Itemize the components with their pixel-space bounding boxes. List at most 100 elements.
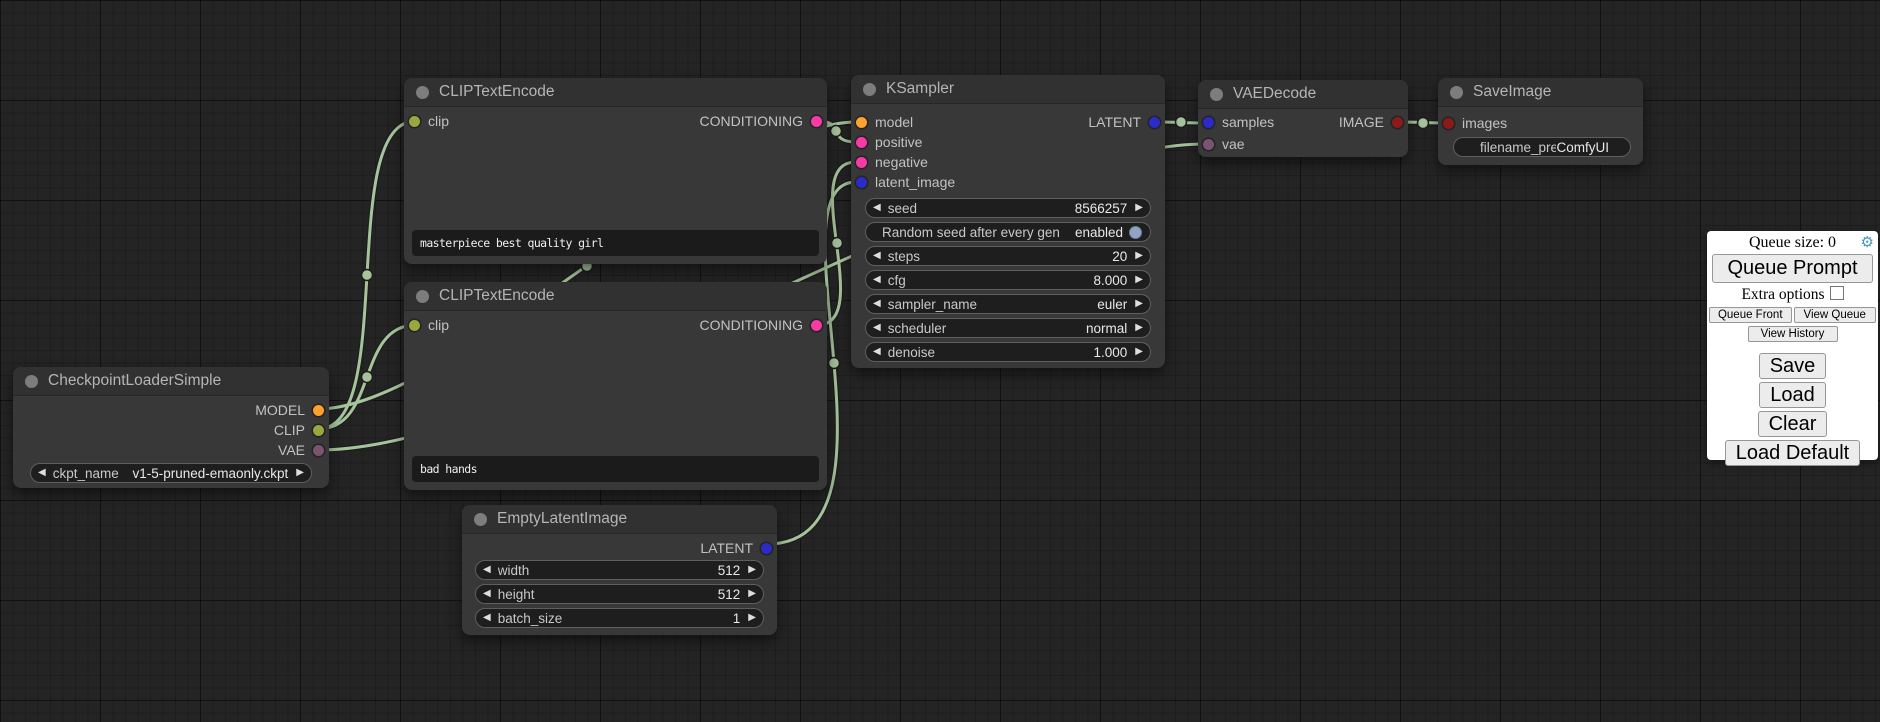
output-slot-latent: LATENT [1001, 112, 1165, 132]
arrow-left-icon[interactable]: ◀ [483, 565, 491, 575]
arrow-left-icon[interactable]: ◀ [873, 323, 881, 333]
widget-batch-size[interactable]: ◀ batch_size 1 ▶ [475, 608, 764, 628]
slot-label: negative [875, 154, 928, 170]
output-slot-model: MODEL [13, 400, 329, 420]
widget-label: Random seed after every gen [882, 225, 1060, 240]
collapse-dot-icon[interactable] [1450, 86, 1463, 99]
widget-label: ckpt_name [53, 466, 119, 481]
arrow-left-icon[interactable]: ◀ [483, 589, 491, 599]
widget-steps[interactable]: ◀ steps 20 ▶ [865, 246, 1151, 266]
queue-prompt-button[interactable]: Queue Prompt [1712, 254, 1873, 283]
node-empty-latent-image[interactable]: EmptyLatentImage LATENT ◀ width 512 ▶ ◀ … [462, 505, 777, 635]
slot-dot-vae-output[interactable] [313, 445, 324, 456]
extra-options-checkbox[interactable] [1830, 286, 1844, 300]
slot-label: model [875, 114, 913, 130]
slot-dot-latent-output[interactable] [1149, 117, 1160, 128]
arrow-right-icon[interactable]: ▶ [1135, 299, 1143, 309]
load-button[interactable]: Load [1759, 382, 1826, 408]
view-queue-button[interactable]: View Queue [1794, 307, 1877, 323]
arrow-right-icon[interactable]: ▶ [748, 589, 756, 599]
load-default-button[interactable]: Load Default [1725, 440, 1860, 466]
arrow-left-icon[interactable]: ◀ [483, 613, 491, 623]
slot-dot-image-output[interactable] [1392, 117, 1403, 128]
slot-label-clip: clip [428, 113, 449, 129]
arrow-right-icon[interactable]: ▶ [1135, 347, 1143, 357]
widget-width[interactable]: ◀ width 512 ▶ [475, 560, 764, 580]
arrow-left-icon[interactable]: ◀ [873, 347, 881, 357]
node-title: CLIPTextEncode [439, 287, 554, 305]
arrow-right-icon[interactable]: ▶ [1135, 251, 1143, 261]
widget-seed[interactable]: ◀ seed 8566257 ▶ [865, 198, 1151, 218]
extra-options-row: Extra options [1707, 286, 1878, 304]
collapse-dot-icon[interactable] [416, 86, 429, 99]
slot-dot-samples-input[interactable] [1203, 117, 1214, 128]
node-title-bar[interactable]: KSampler [851, 75, 1165, 104]
node-title-bar[interactable]: EmptyLatentImage [462, 505, 777, 534]
widget-scheduler[interactable]: ◀ scheduler normal ▶ [865, 318, 1151, 338]
collapse-dot-icon[interactable] [474, 513, 487, 526]
save-button[interactable]: Save [1759, 353, 1827, 379]
arrow-left-icon[interactable]: ◀ [873, 203, 881, 213]
widget-ckpt-name[interactable]: ◀ ckpt_name v1-5-pruned-emaonly.ckpt ▶ [30, 463, 312, 483]
node-title-bar[interactable]: VAEDecode [1198, 80, 1408, 109]
node-title-bar[interactable]: CLIPTextEncode [404, 282, 827, 311]
arrow-left-icon[interactable]: ◀ [873, 275, 881, 285]
arrow-left-icon[interactable]: ◀ [873, 299, 881, 309]
slot-dot-clip-input[interactable] [409, 116, 420, 127]
widget-value: normal [1086, 321, 1127, 336]
slot-dot-conditioning-output[interactable] [811, 320, 822, 331]
slot-dot-positive-input[interactable] [856, 137, 867, 148]
slot-dot-latent-image-input[interactable] [856, 177, 867, 188]
slot-dot-negative-input[interactable] [856, 157, 867, 168]
slot-dot-conditioning-output[interactable] [811, 116, 822, 127]
widget-filename-prefix[interactable]: filename_prefix ComfyUI [1453, 137, 1631, 157]
node-save-image[interactable]: SaveImage images filename_prefix ComfyUI [1438, 78, 1643, 165]
prompt-textarea[interactable]: bad hands [412, 456, 819, 482]
slot-dot-images-input[interactable] [1443, 118, 1454, 129]
queue-front-button[interactable]: Queue Front [1709, 307, 1792, 323]
slot-dot-clip-input[interactable] [409, 320, 420, 331]
node-clip-text-encode-negative[interactable]: CLIPTextEncode clip CONDITIONING bad han… [404, 282, 827, 490]
widget-denoise[interactable]: ◀ denoise 1.000 ▶ [865, 342, 1151, 362]
slot-label: samples [1222, 114, 1274, 130]
arrow-right-icon[interactable]: ▶ [296, 468, 304, 478]
widget-cfg[interactable]: ◀ cfg 8.000 ▶ [865, 270, 1151, 290]
node-title-bar[interactable]: CheckpointLoaderSimple [13, 367, 329, 396]
collapse-dot-icon[interactable] [25, 375, 38, 388]
arrow-left-icon[interactable]: ◀ [873, 251, 881, 261]
slot-dot-model-input[interactable] [856, 117, 867, 128]
node-title-bar[interactable]: SaveImage [1438, 78, 1643, 107]
node-title-bar[interactable]: CLIPTextEncode [404, 78, 827, 107]
arrow-right-icon[interactable]: ▶ [1135, 275, 1143, 285]
node-ksampler[interactable]: KSampler model positive negative latent_… [851, 75, 1165, 368]
clear-button[interactable]: Clear [1758, 411, 1828, 437]
input-slot-vae: vae [1198, 134, 1408, 154]
prompt-textarea[interactable]: masterpiece best quality girl [412, 230, 819, 256]
slot-dot-latent-output[interactable] [761, 543, 772, 554]
slot-label: IMAGE [1339, 114, 1384, 130]
slot-dot-vae-input[interactable] [1203, 139, 1214, 150]
arrow-right-icon[interactable]: ▶ [748, 613, 756, 623]
node-checkpoint-loader[interactable]: CheckpointLoaderSimple MODEL CLIP VAE ◀ … [13, 367, 329, 488]
slot-label: images [1462, 115, 1507, 131]
widget-label: width [498, 563, 530, 578]
widget-random-seed-toggle[interactable]: Random seed after every gen enabled [865, 222, 1151, 242]
collapse-dot-icon[interactable] [863, 83, 876, 96]
collapse-dot-icon[interactable] [1210, 88, 1223, 101]
slot-dot-model-output[interactable] [313, 405, 324, 416]
gear-icon[interactable]: ⚙ [1861, 235, 1874, 250]
node-clip-text-encode-positive[interactable]: CLIPTextEncode clip CONDITIONING masterp… [404, 78, 827, 264]
widget-sampler-name[interactable]: ◀ sampler_name euler ▶ [865, 294, 1151, 314]
arrow-right-icon[interactable]: ▶ [1135, 203, 1143, 213]
arrow-right-icon[interactable]: ▶ [1135, 323, 1143, 333]
toggle-enabled-icon[interactable] [1129, 226, 1142, 239]
node-vae-decode[interactable]: VAEDecode samples vae IMAGE [1198, 80, 1408, 157]
slot-dot-clip-output[interactable] [313, 425, 324, 436]
collapse-dot-icon[interactable] [416, 290, 429, 303]
arrow-left-icon[interactable]: ◀ [38, 468, 46, 478]
widget-height[interactable]: ◀ height 512 ▶ [475, 584, 764, 604]
view-history-button[interactable]: View History [1748, 326, 1838, 342]
arrow-right-icon[interactable]: ▶ [748, 565, 756, 575]
widget-value: ComfyUI [1556, 140, 1609, 155]
slot-label: LATENT [700, 540, 753, 556]
